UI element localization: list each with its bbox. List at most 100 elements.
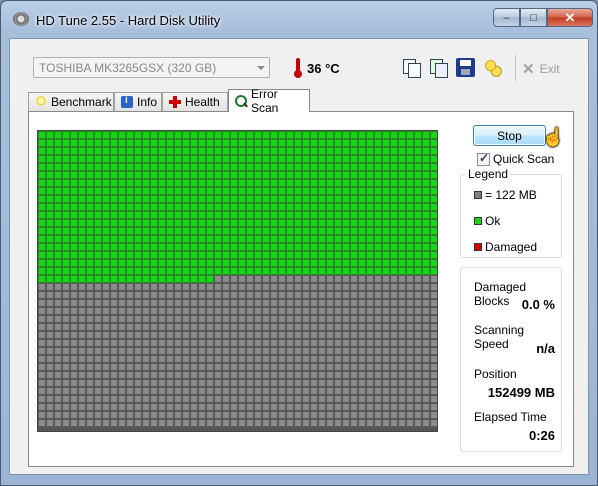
block-ok [198,259,206,267]
block-ok [102,171,110,179]
block-pending [222,299,230,307]
block-pending [310,395,318,403]
block-ok [374,195,382,203]
block-pending [366,347,374,355]
block-pending [382,379,390,387]
quick-scan-checkbox[interactable] [477,151,490,166]
block-pending [118,355,126,363]
block-ok [286,227,294,235]
drive-select[interactable]: TOSHIBA MK3265GSX (320 GB) [33,57,270,78]
block-pending [382,363,390,371]
tab-error-scan[interactable]: Error Scan [228,87,310,115]
block-pending [302,419,310,427]
block-ok [262,187,270,195]
save-icon[interactable] [456,58,475,77]
block-ok [270,251,278,259]
block-ok [62,219,70,227]
block-ok [174,179,182,187]
block-pending [158,403,166,411]
block-pending [86,403,94,411]
block-ok [126,147,134,155]
block-pending [262,275,270,283]
block-pending [118,347,126,355]
block-ok [326,267,334,275]
block-ok [94,139,102,147]
copy-info-icon[interactable] [429,58,448,78]
block-ok [206,275,214,283]
block-pending [390,363,398,371]
block-ok [182,259,190,267]
block-ok [134,179,142,187]
block-pending [414,275,422,283]
block-ok [414,243,422,251]
block-pending [278,323,286,331]
block-ok [150,259,158,267]
block-ok [206,147,214,155]
block-ok [38,147,46,155]
block-pending [382,395,390,403]
copy-text-icon[interactable] [402,58,421,78]
block-pending [150,363,158,371]
block-pending [118,395,126,403]
block-ok [278,163,286,171]
block-pending [190,291,198,299]
block-pending [86,379,94,387]
block-pending [78,395,86,403]
block-pending [166,299,174,307]
block-pending [126,323,134,331]
block-ok [126,163,134,171]
block-ok [318,131,326,139]
tab-info[interactable]: Info [114,92,162,111]
block-pending [262,331,270,339]
title-bar[interactable]: HD Tune 2.55 - Hard Disk Utility – □ ✕ [1,1,597,33]
block-pending [126,371,134,379]
block-ok [86,171,94,179]
block-ok [182,155,190,163]
quick-scan-option[interactable]: Quick Scan [477,151,554,166]
block-ok [102,155,110,163]
exit-button[interactable]: ✕ Exit [522,60,560,78]
block-ok [198,267,206,275]
block-pending [174,403,182,411]
block-pending [310,403,318,411]
maximize-button[interactable]: □ [520,8,547,27]
block-pending [174,283,182,291]
block-ok [182,131,190,139]
block-pending [118,371,126,379]
block-ok [238,163,246,171]
close-button[interactable]: ✕ [547,8,593,27]
block-pending [78,283,86,291]
block-ok [350,267,358,275]
block-pending [126,283,134,291]
block-pending [358,323,366,331]
block-pending [62,371,70,379]
block-ok [270,171,278,179]
block-ok [206,163,214,171]
block-ok [310,219,318,227]
block-ok [270,227,278,235]
block-pending [334,339,342,347]
options-icon[interactable] [483,58,502,77]
block-ok [206,267,214,275]
block-pending [78,411,86,419]
block-pending [334,347,342,355]
tab-benchmark[interactable]: Benchmark [28,92,114,111]
block-pending [214,355,222,363]
block-pending [286,331,294,339]
block-pending [382,403,390,411]
tab-health[interactable]: Health [162,92,228,111]
block-pending [326,355,334,363]
block-pending [46,315,54,323]
minimize-button[interactable]: – [493,8,520,27]
block-pending [422,419,430,427]
block-pending [206,379,214,387]
block-pending [350,275,358,283]
stop-button[interactable]: Stop [473,125,546,146]
block-ok [70,243,78,251]
block-ok [190,227,198,235]
block-ok [118,219,126,227]
block-pending [118,283,126,291]
block-ok [422,179,430,187]
block-pending [318,275,326,283]
block-pending [126,395,134,403]
